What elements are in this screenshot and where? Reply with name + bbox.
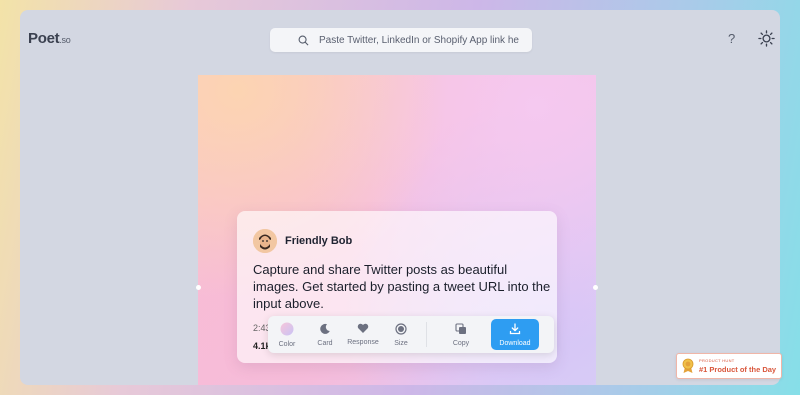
- tweet-text: Capture and share Twitter posts as beaut…: [253, 262, 551, 311]
- download-icon: [509, 322, 521, 337]
- medal-icon: [682, 358, 694, 379]
- color-label: Color: [278, 340, 296, 348]
- heart-icon: [357, 323, 369, 336]
- size-button[interactable]: Size: [382, 316, 420, 353]
- card-button[interactable]: Card: [306, 316, 344, 353]
- app-window: Poet.so ?: [20, 10, 780, 385]
- style-toolbar: Color Card Response Size Copy Download: [268, 316, 554, 353]
- product-hunt-badge[interactable]: PRODUCT HUNT #1 Product of the Day: [676, 353, 782, 379]
- avatar: [253, 229, 277, 253]
- copy-icon: [455, 322, 467, 337]
- logo-text: Poet: [28, 30, 60, 47]
- color-button[interactable]: Color: [268, 316, 306, 353]
- size-circle-icon: [395, 322, 407, 337]
- copy-label: Copy: [452, 339, 470, 347]
- size-label: Size: [394, 339, 408, 347]
- copy-button[interactable]: Copy: [441, 316, 481, 353]
- toolbar-divider: [426, 322, 427, 347]
- moon-icon: [319, 323, 331, 337]
- card-label: Card: [317, 339, 333, 347]
- search-input[interactable]: [317, 33, 521, 47]
- download-label: Download: [499, 339, 531, 347]
- author-name: Friendly Bob: [285, 235, 353, 247]
- sun-icon[interactable]: [758, 30, 775, 47]
- response-label: Response: [347, 339, 379, 346]
- resize-handle-right[interactable]: [593, 285, 598, 290]
- tweet-author: Friendly Bob: [253, 229, 352, 253]
- logo[interactable]: Poet.so: [28, 30, 71, 47]
- search-icon: [298, 35, 309, 46]
- download-button[interactable]: Download: [491, 319, 539, 350]
- logo-suffix: .so: [59, 35, 71, 45]
- product-hunt-label: PRODUCT HUNT: [699, 358, 735, 363]
- search-bar[interactable]: [270, 28, 532, 52]
- help-button[interactable]: ?: [728, 31, 735, 46]
- color-swatch-icon: [280, 322, 294, 338]
- resize-handle-left[interactable]: [196, 285, 201, 290]
- response-button[interactable]: Response: [344, 316, 382, 353]
- product-of-day-title: #1 Product of the Day: [699, 365, 777, 374]
